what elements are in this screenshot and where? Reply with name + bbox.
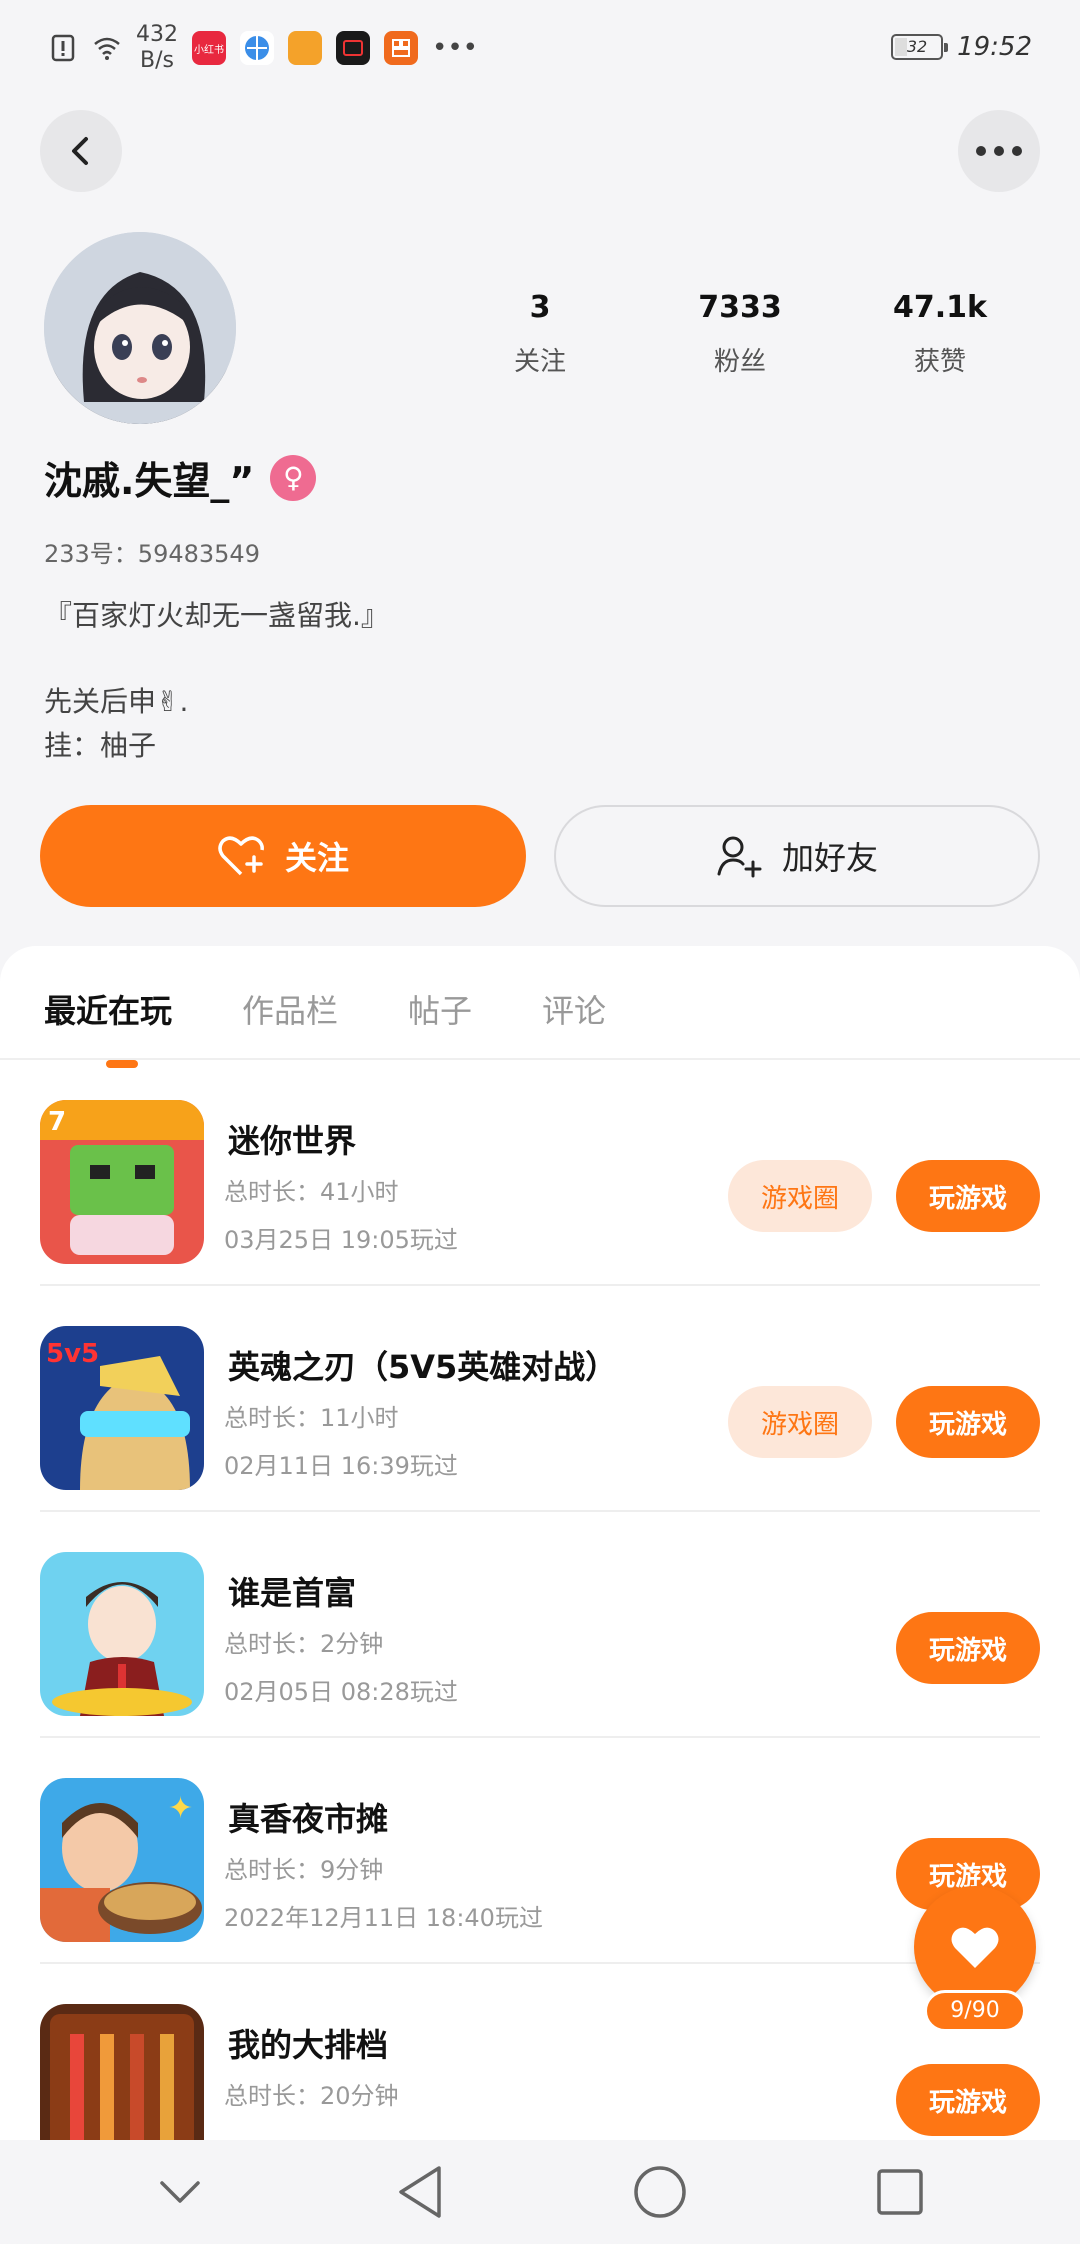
game-duration: 总时长：20分钟 <box>224 2082 399 2110</box>
game-name: 迷你世界 <box>228 1122 357 1160</box>
game-icon-hero-blade[interactable]: 5v5 <box>40 1326 204 1490</box>
game-list: 7 迷你世界 总时长：41小时 03月25日 19:05玩过 游戏圈 玩游戏 5… <box>0 1060 1080 2190</box>
red-app-icon <box>384 31 418 65</box>
game-name: 谁是首富 <box>228 1574 357 1612</box>
list-item[interactable]: 谁是首富 总时长：2分钟 02月05日 08:28玩过 玩游戏 <box>40 1512 1040 1738</box>
square-recents-icon <box>877 2169 923 2215</box>
chevron-down-icon <box>160 2181 200 2203</box>
heart-plus-icon <box>218 836 264 876</box>
game-last-played: 02月11日 16:39玩过 <box>224 1452 458 1480</box>
tab-works[interactable]: 作品栏 <box>242 976 338 1032</box>
stat-likes[interactable]: 47.1k 获赞 <box>840 290 1040 378</box>
stat-fans-value: 7333 <box>698 290 782 325</box>
bio-quote: 『百家灯火却无一盏留我.』 <box>44 599 389 632</box>
game-duration: 总时长：9分钟 <box>224 1856 384 1884</box>
more-notifications-icon: ••• <box>432 33 479 63</box>
add-user-icon <box>717 836 762 878</box>
add-friend-button[interactable]: 加好友 <box>554 805 1040 907</box>
stat-following-value: 3 <box>529 290 551 325</box>
back-button[interactable] <box>40 110 122 192</box>
more-button[interactable] <box>958 110 1040 192</box>
stat-likes-label: 获赞 <box>913 347 966 377</box>
avatar[interactable] <box>44 232 236 424</box>
game-circle-button[interactable]: 游戏圈 <box>728 1160 872 1232</box>
status-bar: 432 B/s 小红书 ••• 32 19:52 <box>0 0 1080 100</box>
game-name: 我的大排档 <box>228 2026 389 2064</box>
game-circle-button[interactable]: 游戏圈 <box>728 1386 872 1458</box>
play-game-button[interactable]: 玩游戏 <box>896 1386 1040 1458</box>
play-game-button[interactable]: 玩游戏 <box>896 1160 1040 1232</box>
tab-recently-played[interactable]: 最近在玩 <box>44 976 172 1068</box>
battery-icon: 32 <box>891 34 949 60</box>
bio-line: 先关后申✌. <box>44 685 189 718</box>
add-friend-label: 加好友 <box>781 839 878 877</box>
more-dots-icon <box>976 146 1022 156</box>
game-icon-mini-world[interactable]: 7 <box>40 1100 204 1264</box>
network-speed: 432 B/s <box>136 22 178 73</box>
list-item[interactable]: 5v5 英魂之刃（5V5英雄对战） 总时长：11小时 02月11日 16:39玩… <box>40 1286 1040 1512</box>
xiaohongshu-app-icon: 小红书 <box>192 31 226 65</box>
game-duration: 总时长：11小时 <box>224 1404 399 1432</box>
clock: 19:52 <box>957 32 1032 62</box>
like-counter-badge: 9/90 <box>924 1990 1026 2032</box>
list-item[interactable]: 7 迷你世界 总时长：41小时 03月25日 19:05玩过 游戏圈 玩游戏 <box>40 1060 1040 1286</box>
game-icon-night-market[interactable]: ✦ <box>40 1778 204 1942</box>
nav-collapse-button[interactable] <box>140 2152 220 2232</box>
profile-tabs: 最近在玩 作品栏 帖子 评论 <box>44 976 606 1068</box>
game-last-played: 2022年12月11日 18:40玩过 <box>224 1904 543 1932</box>
tab-posts[interactable]: 帖子 <box>408 976 472 1032</box>
play-game-button[interactable]: 玩游戏 <box>896 2064 1040 2136</box>
svg-text:5v5: 5v5 <box>46 1339 99 1369</box>
bio-details: 先关后申✌. 挂：柚子 <box>44 680 188 768</box>
follow-button[interactable]: 关注 <box>40 805 526 907</box>
black-app-icon <box>336 31 370 65</box>
list-item[interactable]: ✦ 真香夜市摊 总时长：9分钟 2022年12月11日 18:40玩过 玩游戏 <box>40 1738 1040 1964</box>
wifi-icon <box>94 37 120 60</box>
bio-line: 挂：柚子 <box>44 729 157 762</box>
game-name: 真香夜市摊 <box>228 1800 389 1838</box>
game-name: 英魂之刃（5V5英雄对战） <box>228 1348 618 1386</box>
username: 沈戚.失望_” <box>44 459 255 503</box>
profile-stats: 3 关注 7333 粉丝 47.1k 获赞 <box>440 290 1040 378</box>
nav-home-button[interactable] <box>620 2152 700 2232</box>
game-last-played: 02月05日 08:28玩过 <box>224 1678 458 1706</box>
system-nav-bar <box>0 2140 1080 2244</box>
stat-fans[interactable]: 7333 粉丝 <box>640 290 840 378</box>
triangle-back-icon <box>399 2166 441 2218</box>
game-duration: 总时长：41小时 <box>224 1178 399 1206</box>
game-last-played: 03月25日 19:05玩过 <box>224 1226 458 1254</box>
circle-home-icon <box>634 2166 686 2218</box>
stat-following[interactable]: 3 关注 <box>440 290 640 378</box>
game-duration: 总时长：2分钟 <box>224 1630 384 1658</box>
browser-app-icon <box>240 31 274 65</box>
stat-likes-value: 47.1k <box>893 290 987 325</box>
nav-recents-button[interactable] <box>860 2152 940 2232</box>
follow-label: 关注 <box>284 839 349 877</box>
chevron-left-icon <box>72 137 88 165</box>
play-game-button[interactable]: 玩游戏 <box>896 1612 1040 1684</box>
tab-comments[interactable]: 评论 <box>542 976 606 1032</box>
female-gender-icon: ♀ <box>270 454 317 501</box>
account-id: 233号：59483549 <box>44 540 260 568</box>
svg-text:7: 7 <box>48 1107 66 1137</box>
svg-text:✦: ✦ <box>168 1791 193 1826</box>
username-row: 沈戚.失望_” ♀ <box>44 450 317 505</box>
game-icon-richest[interactable] <box>40 1552 204 1716</box>
nav-back-button[interactable] <box>380 2152 460 2232</box>
alert-icon <box>51 34 75 62</box>
orange-app-icon <box>288 31 322 65</box>
heart-icon <box>951 1927 999 1968</box>
stat-following-label: 关注 <box>513 347 566 377</box>
stat-fans-label: 粉丝 <box>713 347 766 377</box>
